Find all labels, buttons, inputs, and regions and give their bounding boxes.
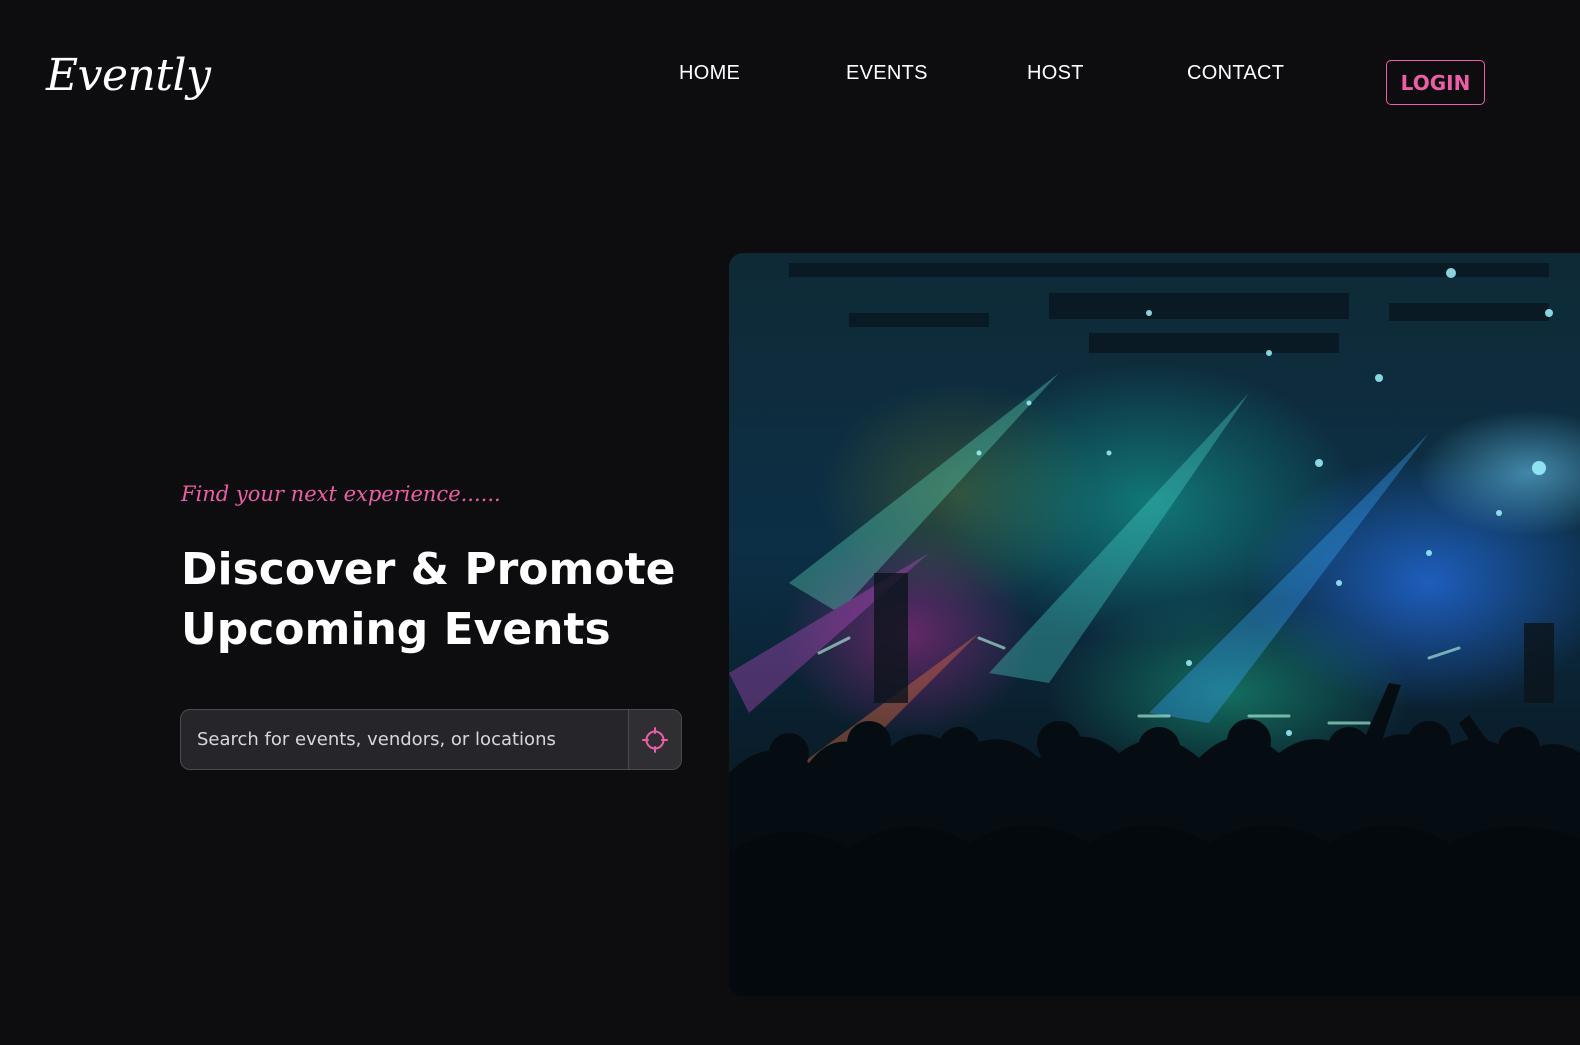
hero-headline-line-1: Discover & Promote (181, 544, 676, 595)
search-input[interactable] (181, 710, 628, 769)
nav-host-link[interactable]: HOST (1027, 62, 1084, 85)
login-button[interactable]: LOGIN (1386, 60, 1485, 105)
hero-tagline: Find your next experience...... (181, 482, 501, 506)
locate-button[interactable] (628, 710, 681, 769)
nav-contact-link[interactable]: CONTACT (1187, 62, 1284, 85)
landing-page: Evently HOME EVENTS HOST CONTACT LOGIN F… (0, 0, 1580, 1045)
hero-headline-line-2: Upcoming Events (181, 604, 611, 655)
search-bar (180, 709, 682, 770)
hero-concert-image (729, 253, 1580, 996)
hero-headline: Discover & Promote Upcoming Events (181, 540, 701, 660)
nav-home-link[interactable]: HOME (679, 62, 740, 85)
crosshair-icon (642, 726, 668, 753)
nav-events-link[interactable]: EVENTS (846, 62, 928, 85)
main-nav: HOME EVENTS HOST CONTACT (0, 62, 1580, 92)
concert-illustration (729, 263, 1580, 996)
